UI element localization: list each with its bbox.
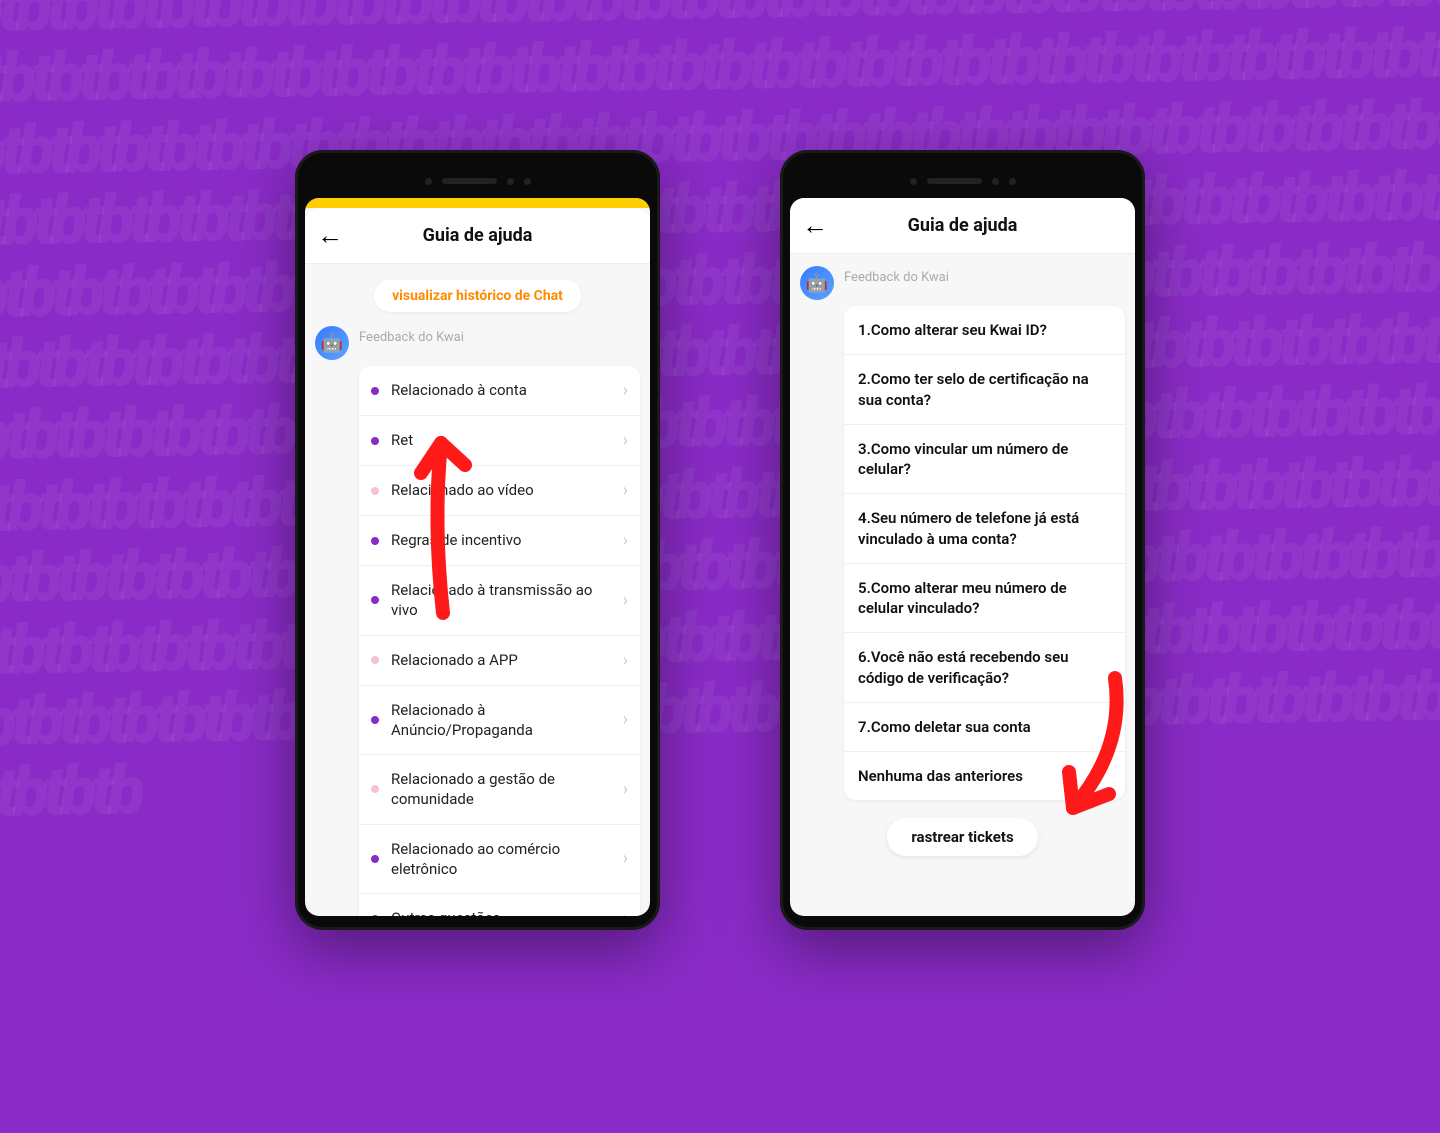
category-row[interactable]: Relacionado à transmissão ao vivo› bbox=[359, 566, 640, 636]
bullet-icon bbox=[371, 387, 379, 395]
category-label: Ret bbox=[391, 430, 623, 450]
category-row[interactable]: Relacionado a APP› bbox=[359, 636, 640, 686]
category-label: Outras questões bbox=[391, 908, 623, 916]
category-label: Relacionado à Anúncio/Propaganda bbox=[391, 700, 623, 741]
chevron-right-icon: › bbox=[623, 709, 628, 730]
bullet-icon bbox=[371, 596, 379, 604]
chevron-right-icon: › bbox=[623, 530, 628, 551]
phone-mockup-left: ← Guia de ajuda visualizar histórico de … bbox=[295, 150, 660, 930]
bot-name-label: Feedback do Kwai bbox=[844, 266, 949, 285]
category-label: Relacionado a APP bbox=[391, 650, 623, 670]
phone-sensors bbox=[305, 164, 650, 198]
back-button[interactable]: ← bbox=[802, 213, 828, 239]
question-row[interactable]: 1.Como alterar seu Kwai ID? bbox=[844, 306, 1125, 355]
chevron-right-icon: › bbox=[623, 908, 628, 916]
question-row[interactable]: 4.Seu número de telefone já está vincula… bbox=[844, 494, 1125, 564]
bullet-icon bbox=[371, 537, 379, 545]
bot-avatar-icon: 🤖 bbox=[800, 266, 834, 300]
category-row[interactable]: Relacionado à conta› bbox=[359, 366, 640, 416]
bullet-icon bbox=[371, 785, 379, 793]
bullet-icon bbox=[371, 487, 379, 495]
question-row[interactable]: 3.Como vincular um número de celular? bbox=[844, 425, 1125, 495]
page-title: Guia de ajuda bbox=[305, 225, 650, 246]
question-row[interactable]: 2.Como ter selo de certificação na sua c… bbox=[844, 355, 1125, 425]
background-pattern bbox=[0, 0, 1440, 1080]
chevron-right-icon: › bbox=[623, 779, 628, 800]
question-list: 1.Como alterar seu Kwai ID?2.Como ter se… bbox=[844, 306, 1125, 800]
question-row[interactable]: 6.Você não está recebendo seu código de … bbox=[844, 633, 1125, 703]
app-header: ← Guia de ajuda bbox=[305, 208, 650, 264]
status-bar bbox=[305, 198, 650, 208]
category-row[interactable]: Regras de incentivo› bbox=[359, 516, 640, 566]
question-row[interactable]: 7.Como deletar sua conta bbox=[844, 703, 1125, 752]
back-button[interactable]: ← bbox=[317, 223, 343, 249]
category-label: Relacionado à conta bbox=[391, 380, 623, 400]
category-label: Relacionado ao vídeo bbox=[391, 480, 623, 500]
question-row[interactable]: 5.Como alterar meu número de celular vin… bbox=[844, 564, 1125, 634]
phone-mockup-right: ← Guia de ajuda 🤖 Feedback do Kwai 1.Com… bbox=[780, 150, 1145, 930]
bullet-icon bbox=[371, 656, 379, 664]
chevron-right-icon: › bbox=[623, 430, 628, 451]
phone-sensors bbox=[790, 164, 1135, 198]
bot-avatar-icon: 🤖 bbox=[315, 326, 349, 360]
category-row[interactable]: Relacionado ao vídeo› bbox=[359, 466, 640, 516]
bot-name-label: Feedback do Kwai bbox=[359, 326, 464, 345]
category-row[interactable]: Relacionado à Anúncio/Propaganda› bbox=[359, 686, 640, 756]
category-label: Relacionado a gestão de comunidade bbox=[391, 769, 623, 810]
category-label: Relacionado ao comércio eletrônico bbox=[391, 839, 623, 880]
bullet-icon bbox=[371, 915, 379, 917]
question-row[interactable]: Nenhuma das anteriores bbox=[844, 752, 1125, 800]
bullet-icon bbox=[371, 437, 379, 445]
chevron-right-icon: › bbox=[623, 848, 628, 869]
category-row[interactable]: Outras questões› bbox=[359, 894, 640, 916]
chevron-right-icon: › bbox=[623, 480, 628, 501]
category-row[interactable]: Ret› bbox=[359, 416, 640, 466]
track-tickets-button[interactable]: rastrear tickets bbox=[887, 818, 1037, 856]
chevron-right-icon: › bbox=[623, 380, 628, 401]
page-title: Guia de ajuda bbox=[790, 215, 1135, 236]
category-list: Relacionado à conta›Ret›Relacionado ao v… bbox=[359, 366, 640, 916]
chevron-right-icon: › bbox=[623, 650, 628, 671]
bullet-icon bbox=[371, 716, 379, 724]
bullet-icon bbox=[371, 855, 379, 863]
app-header: ← Guia de ajuda bbox=[790, 198, 1135, 254]
category-row[interactable]: Relacionado a gestão de comunidade› bbox=[359, 755, 640, 825]
view-chat-history-button[interactable]: visualizar histórico de Chat bbox=[374, 280, 581, 312]
chevron-right-icon: › bbox=[623, 590, 628, 611]
category-label: Regras de incentivo bbox=[391, 530, 623, 550]
category-row[interactable]: Relacionado ao comércio eletrônico› bbox=[359, 825, 640, 895]
category-label: Relacionado à transmissão ao vivo bbox=[391, 580, 623, 621]
